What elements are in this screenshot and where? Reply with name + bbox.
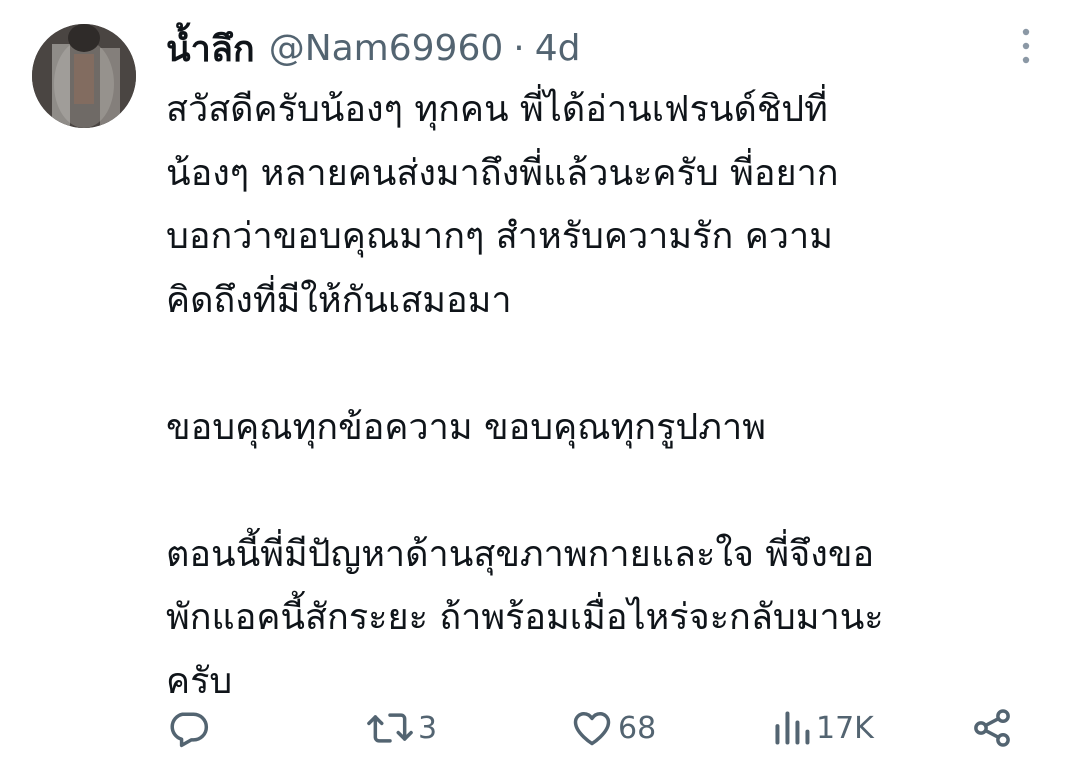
avatar[interactable]	[32, 24, 136, 128]
tweet-text-line: ขอบคุณทุกข้อความ ขอบคุณทุกรูปภาพ	[166, 406, 766, 448]
views-count: 17K	[816, 710, 874, 746]
tweet-text-line: พักแอคนี้สักระยะ ถ้าพร้อมเมื่อไหร่จะกลับ…	[166, 597, 884, 638]
tweet-text-line: น้องๆ หลายคนส่งมาถึงพี่แล้วนะครับ พี่อยา…	[166, 152, 839, 194]
display-name[interactable]: น้ำลึก	[166, 20, 255, 77]
reply-button[interactable]	[166, 698, 210, 758]
tweet-text: สวัสดีครับน้องๆ ทุกคน พี่ได้อ่านเฟรนด์ชิ…	[166, 78, 1056, 713]
like-button[interactable]: 68	[570, 698, 656, 758]
tweet-text-line: บอกว่าขอบคุณมากๆ สำหรับความรัก ความ	[166, 216, 833, 257]
heart-icon	[573, 711, 611, 746]
views-icon	[775, 711, 810, 745]
like-count: 68	[618, 710, 657, 746]
tweet-header: น้ำลึก @Nam69960 · 4d	[166, 20, 581, 76]
tweet: น้ำลึก @Nam69960 · 4d สวัสดีครับน้องๆ ทุ…	[0, 0, 1080, 767]
paragraph-break	[166, 332, 1056, 396]
tweet-text-line: คิดถึงที่มีให้กันเสมอมา	[166, 279, 512, 321]
retweet-count: 3	[418, 710, 438, 746]
retweet-icon	[367, 713, 413, 743]
tweet-text-line: สวัสดีครับน้องๆ ทุกคน พี่ได้อ่านเฟรนด์ชิ…	[166, 89, 828, 130]
action-bar: 3 68 17K	[166, 698, 1046, 758]
more-vertical-icon	[1022, 28, 1030, 64]
share-icon	[974, 709, 1010, 747]
user-handle[interactable]: @Nam69960	[269, 28, 504, 69]
reply-icon	[170, 712, 209, 748]
views-button[interactable]: 17K	[772, 698, 874, 758]
retweet-button[interactable]: 3	[366, 698, 437, 758]
tweet-text-line: ตอนนี้พี่มีปัญหาด้านสุขภาพกายและใจ พี่จึ…	[166, 533, 875, 575]
avatar-photo	[32, 24, 136, 128]
separator-dot: ·	[513, 27, 525, 69]
share-button[interactable]	[970, 698, 1014, 758]
more-button[interactable]	[1010, 24, 1042, 68]
paragraph-break	[166, 459, 1056, 523]
timestamp[interactable]: 4d	[535, 28, 581, 69]
